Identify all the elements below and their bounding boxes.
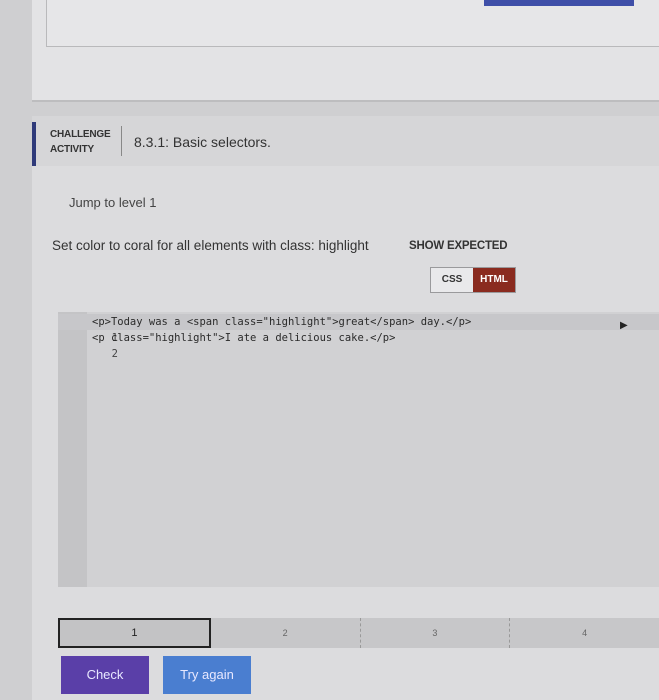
editor-line[interactable]: 2 <p class="highlight">I ate a delicious… (58, 330, 659, 360)
activity-title: 8.3.1: Basic selectors. (134, 134, 271, 150)
activity-type-line1: CHALLENGE (50, 129, 111, 140)
level-4[interactable]: 4 (510, 618, 659, 648)
level-1[interactable]: 1 (58, 618, 211, 648)
instruction-text: Set color to coral for all elements with… (52, 238, 369, 253)
code-editor[interactable]: 1 <p>Today was a <span class="highlight"… (58, 312, 659, 587)
previous-activity-card (32, 0, 659, 102)
mouse-cursor-icon: ▶ (620, 320, 628, 331)
previous-activity-side-panel (472, 0, 659, 47)
activity-header: CHALLENGE ACTIVITY 8.3.1: Basic selector… (32, 116, 659, 166)
activity-type-line2: ACTIVITY (50, 144, 94, 155)
header-accent-bar (32, 122, 36, 166)
line-code[interactable]: <p>Today was a <span class="highlight">g… (92, 314, 471, 330)
language-toggle: CSS HTML (430, 267, 516, 293)
level-2[interactable]: 2 (211, 618, 361, 648)
level-progress-bar: 1 2 3 4 (58, 618, 659, 648)
tab-css[interactable]: CSS (431, 268, 473, 292)
editor-line[interactable]: 1 <p>Today was a <span class="highlight"… (58, 314, 659, 344)
previous-activity-panel (46, 0, 474, 47)
line-code[interactable]: <p class="highlight">I ate a delicious c… (92, 330, 395, 346)
jump-to-level-link[interactable]: Jump to level 1 (69, 195, 156, 210)
try-again-button[interactable]: Try again (163, 656, 251, 694)
header-divider (121, 126, 122, 156)
line-number: 2 (111, 348, 118, 360)
previous-activity-button[interactable] (484, 0, 634, 6)
activity-type-label: CHALLENGE ACTIVITY (50, 127, 111, 157)
level-3[interactable]: 3 (361, 618, 511, 648)
activity-content: Jump to level 1 Set color to coral for a… (32, 166, 659, 700)
show-expected-button[interactable]: SHOW EXPECTED (409, 240, 508, 252)
tab-html[interactable]: HTML (473, 268, 515, 292)
check-button[interactable]: Check (61, 656, 149, 694)
